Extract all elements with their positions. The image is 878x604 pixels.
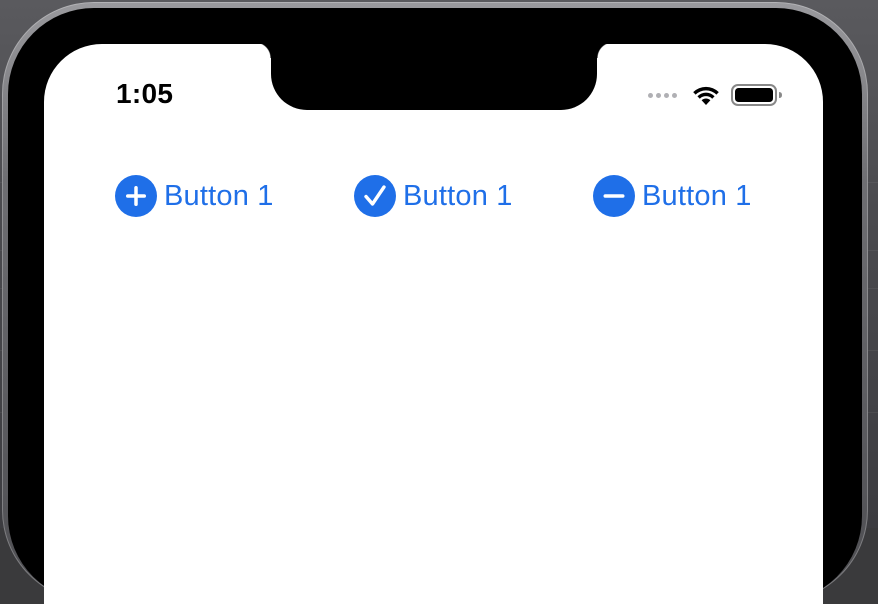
signal-dots-icon <box>648 92 677 98</box>
add-button-label: Button 1 <box>164 179 274 212</box>
camera-notch <box>255 44 613 110</box>
wifi-icon <box>693 86 719 105</box>
add-button[interactable]: Button 1 <box>114 172 274 220</box>
status-bar-time: 1:05 <box>116 78 174 109</box>
remove-button-label: Button 1 <box>642 179 752 212</box>
confirm-button-label: Button 1 <box>403 179 513 212</box>
checkmark-circle-icon <box>354 175 396 217</box>
plus-circle-icon <box>115 175 157 217</box>
status-bar-indicators <box>648 82 783 108</box>
minus-circle-icon <box>593 175 635 217</box>
device-screen: 1:05 Button 1 Button 1 Button 1 <box>44 44 823 604</box>
button-row: Button 1 Button 1 Button 1 <box>44 172 823 220</box>
battery-icon <box>731 84 782 106</box>
remove-button[interactable]: Button 1 <box>592 172 752 220</box>
confirm-button[interactable]: Button 1 <box>353 172 513 220</box>
